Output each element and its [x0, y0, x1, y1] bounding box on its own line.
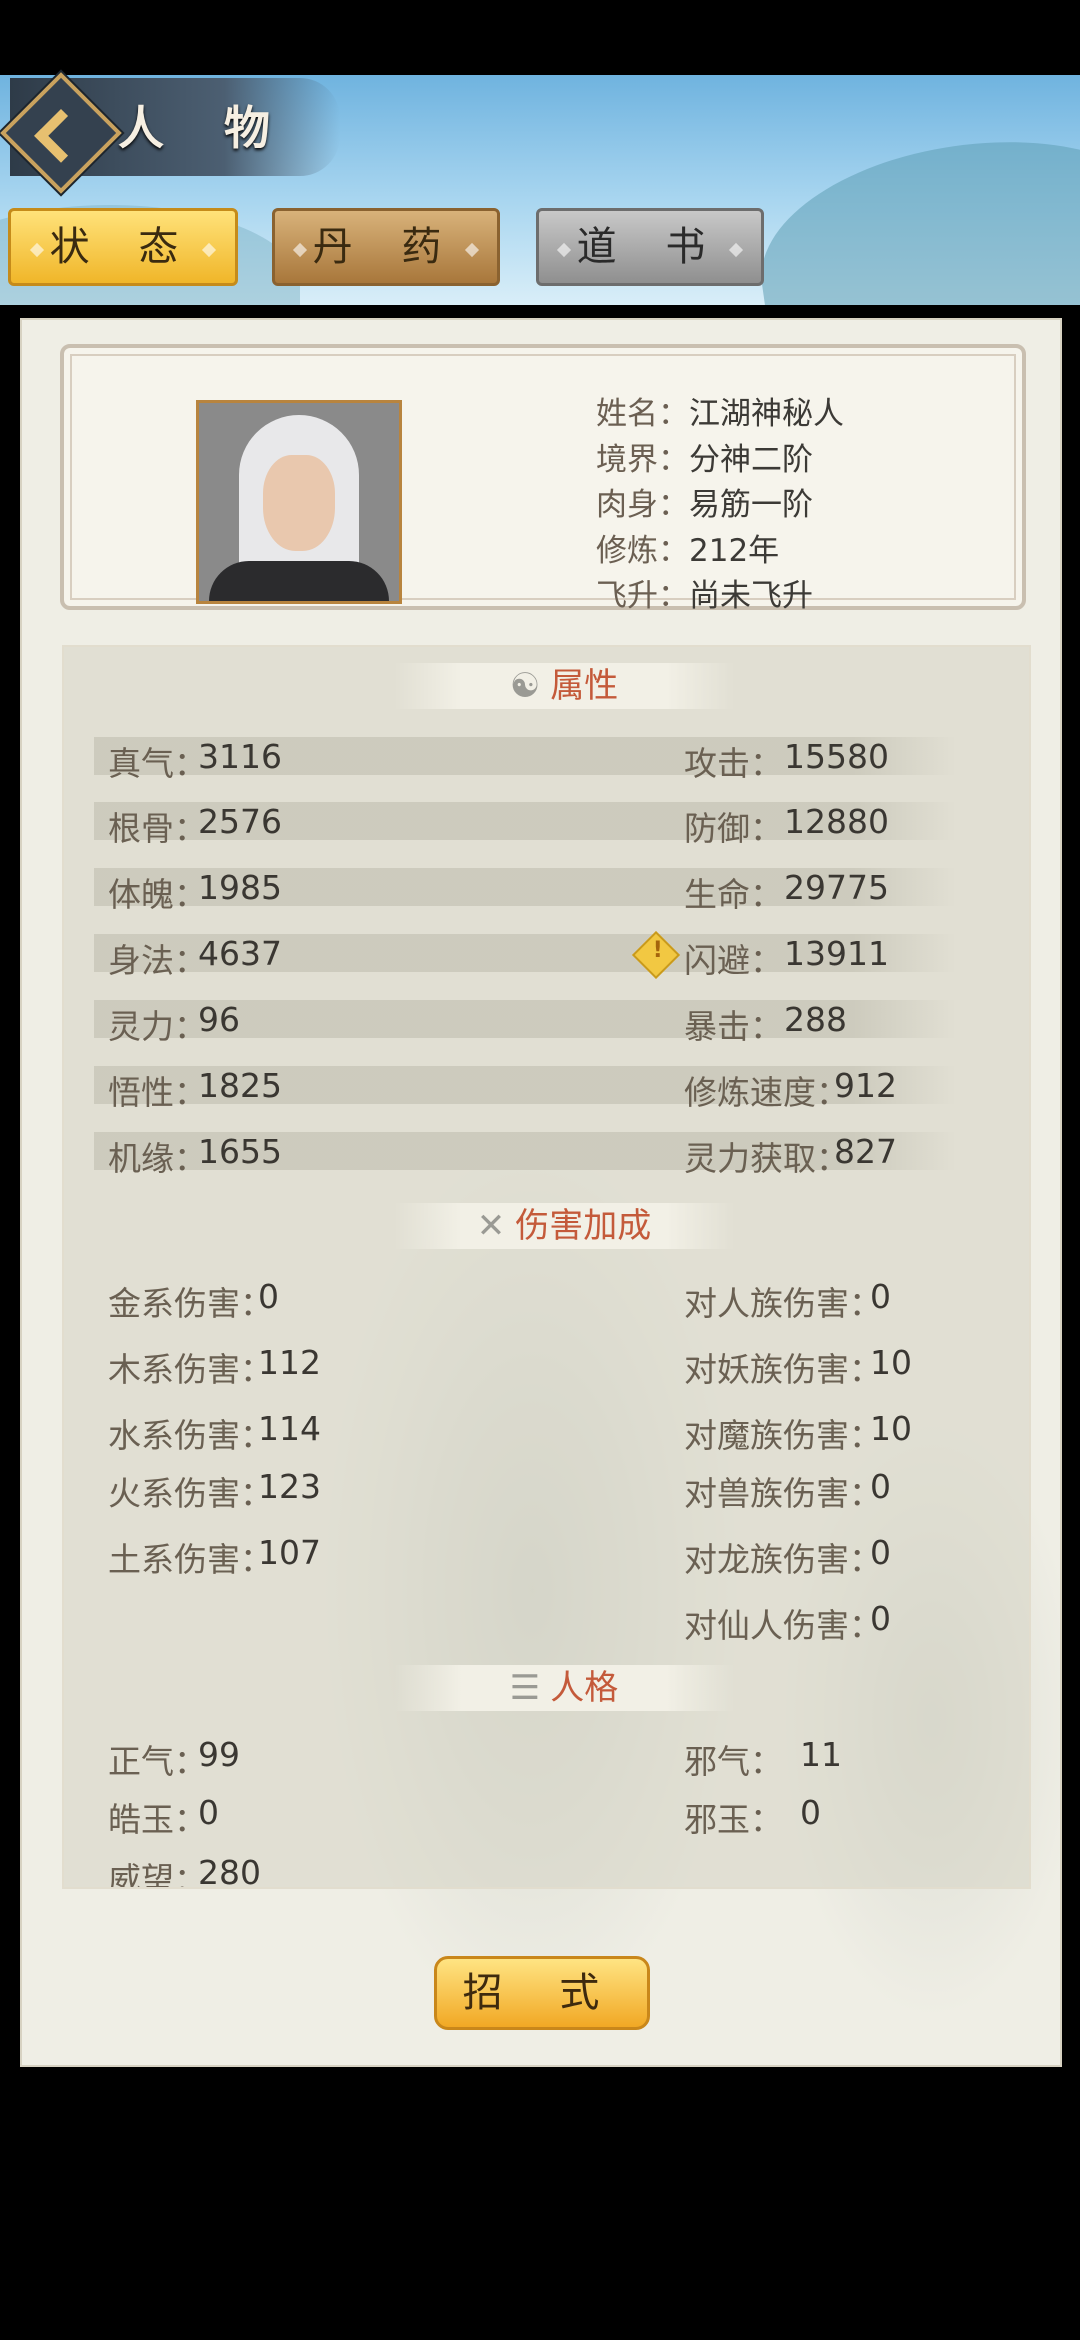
damage-row: 火系伤害： 123 对兽族伤害： 0 [108, 1467, 891, 1513]
chevron-left-icon [34, 108, 88, 163]
info-realm: 境界：分神二阶 [596, 441, 813, 478]
damage-row: 对仙人伤害： 0 [684, 1599, 891, 1645]
damage-row: 金系伤害： 0 对人族伤害： 0 [108, 1277, 891, 1323]
profile-card: 姓名：江湖神秘人 境界：分神二阶 肉身：易筋一阶 修炼：212年 飞升：尚未飞升 [60, 344, 1026, 614]
stat-row: 机缘： 1655 灵力获取： 827 [94, 1132, 956, 1178]
tab-ornament [202, 242, 217, 258]
personality-row: 威望： 280 [108, 1853, 261, 1889]
character-panel: 姓名：江湖神秘人 境界：分神二阶 肉身：易筋一阶 修炼：212年 飞升：尚未飞升… [20, 318, 1062, 2067]
stats-scroll-area[interactable]: ☯ 属性 真气： 3116 攻击： 15580 根骨： 2576 防御： 12880 体魄… [62, 645, 1031, 1889]
stat-row: 真气： 3116 攻击： 15580 [94, 737, 956, 783]
damage-row: 木系伤害： 112 对妖族伤害： 10 [108, 1343, 912, 1389]
character-portrait[interactable] [196, 400, 402, 604]
info-body: 肉身：易筋一阶 [596, 487, 813, 523]
tab-ornament [292, 242, 307, 258]
nav-bar-area [0, 2080, 1080, 2340]
portrait-face [263, 455, 335, 551]
stat-row: 灵力： 96 暴击： 288 [94, 1000, 956, 1046]
profile-info: 姓名：江湖神秘人 境界：分神二阶 肉身：易筋一阶 修炼：212年 飞升：尚未飞升 [596, 392, 844, 620]
yin-yang-icon: ☯ [509, 666, 541, 706]
scroll-list-icon: ☰ [509, 1668, 541, 1708]
section-title-personality: ☰ 人格 [394, 1665, 734, 1711]
damage-row: 土系伤害： 107 对龙族伤害： 0 [108, 1533, 891, 1579]
info-name: 姓名：江湖神秘人 [596, 396, 844, 432]
tab-status[interactable]: 状 态 [8, 208, 238, 286]
damage-row: 水系伤害： 114 对魔族伤害： 10 [108, 1409, 912, 1455]
portrait-robe [209, 561, 389, 601]
stat-row: 体魄： 1985 生命： 29775 [94, 868, 956, 914]
tab-ornament [29, 242, 44, 258]
tab-ornament [556, 242, 571, 258]
tab-ornament [465, 242, 480, 258]
info-train: 修炼：212年 [596, 532, 780, 569]
warning-icon[interactable]: ! [631, 930, 681, 980]
tab-label: 状 态 [49, 224, 197, 270]
tab-ornament [729, 242, 744, 258]
info-ascend: 飞升：尚未飞升 [596, 578, 813, 614]
tab-pills[interactable]: 丹 药 [272, 208, 500, 286]
mountain-decoration [746, 116, 1080, 305]
stat-row: 身法： 4637 ! 闪避： 13911 [94, 930, 956, 980]
skills-button[interactable]: 招 式 [434, 1956, 650, 2030]
tab-label: 道 书 [576, 224, 724, 270]
stat-row: 悟性： 1825 修炼速度： 912 [94, 1066, 956, 1112]
stat-row: 根骨： 2576 防御： 12880 [94, 802, 956, 848]
personality-row: 正气： 99 邪气： 11 [108, 1735, 842, 1781]
page-title: 人 物 [118, 101, 293, 155]
tab-label: 丹 药 [312, 224, 460, 270]
crossed-swords-icon: ✕ [476, 1206, 506, 1246]
section-title-attributes: ☯ 属性 [394, 663, 734, 709]
personality-row: 皓玉： 0 邪玉： 0 [108, 1793, 821, 1839]
section-title-damage: ✕ 伤害加成 [394, 1203, 734, 1249]
tab-books[interactable]: 道 书 [536, 208, 764, 286]
status-bar [0, 0, 1080, 75]
